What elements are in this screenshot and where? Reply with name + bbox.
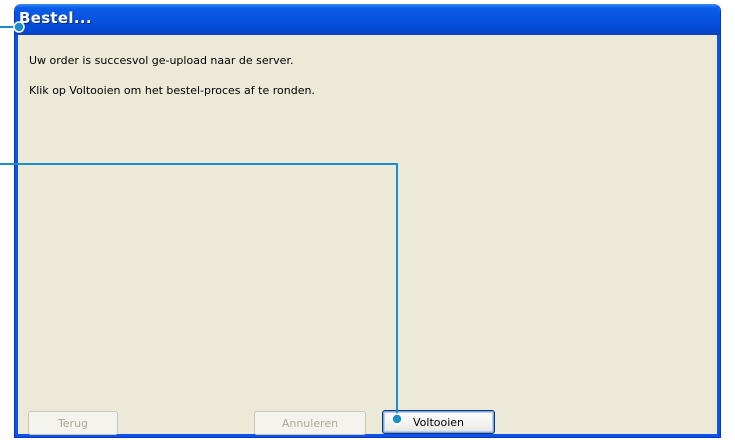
dialog-window: Bestel... Uw order is succesvol ge-uploa… xyxy=(14,4,721,438)
dialog-content: Uw order is succesvol ge-upload naar de … xyxy=(15,35,720,437)
back-button[interactable]: Terug xyxy=(28,411,118,435)
title-bar[interactable]: Bestel... xyxy=(15,4,720,35)
finish-button[interactable]: Voltooien xyxy=(382,410,495,434)
status-message: Uw order is succesvol ge-upload naar de … xyxy=(29,54,294,67)
window-title: Bestel... xyxy=(19,9,92,27)
cancel-button[interactable]: Annuleren xyxy=(254,411,366,435)
instruction-message: Klik op Voltooien om het bestel-proces a… xyxy=(29,84,315,97)
